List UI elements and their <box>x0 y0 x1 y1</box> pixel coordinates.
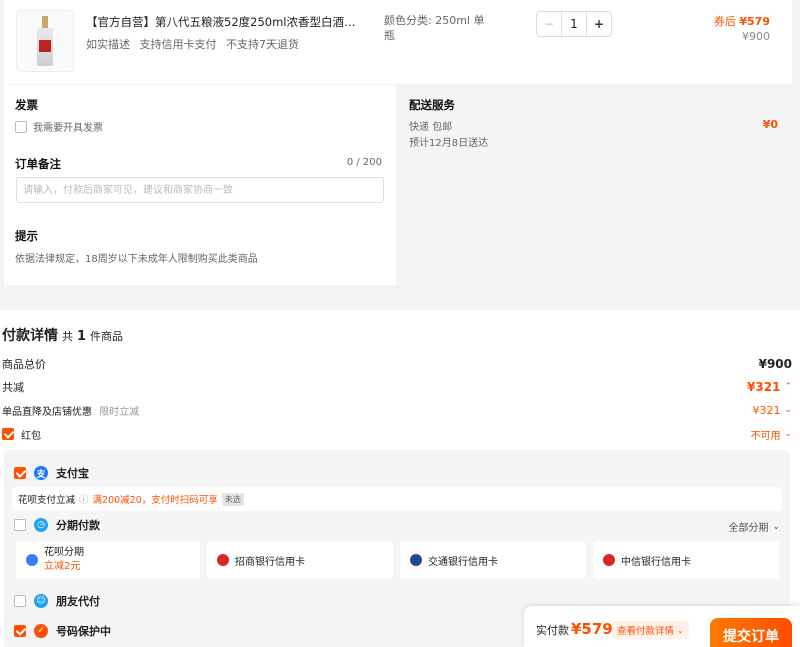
alipay-checkbox[interactable] <box>14 467 26 479</box>
card-name: 花呗分期 <box>44 547 84 558</box>
invoice-option[interactable]: 我需要开具发票 <box>15 119 103 134</box>
delivery-method[interactable]: 快递 包邮 <box>409 118 452 133</box>
after-coupon-price: 券后 ¥579 <box>714 13 770 29</box>
installment-option[interactable]: ◷ 分期付款 <box>14 517 100 533</box>
order-options-panel: 发票 我需要开具发票 订单备注 0 / 200 提示 依据法律规定，18周岁以下… <box>4 85 396 285</box>
total-label: 商品总价 <box>2 358 46 371</box>
delivery-panel: 配送服务 快递 包邮 预计12月8日送达 ¥0 <box>398 85 792 285</box>
promo-label: 单品直降及店铺优惠 <box>2 406 92 418</box>
alipay-label: 支付宝 <box>56 467 89 480</box>
after-coupon-label: 券后 <box>713 15 736 28</box>
remark-input[interactable] <box>16 177 384 203</box>
installment-icon: ◷ <box>34 518 48 532</box>
promo-row[interactable]: 单品直降及店铺优惠 限时立减 ¥321 ⌄ <box>2 401 792 419</box>
discount-label: 共减 <box>2 381 24 394</box>
tip-title: 提示 <box>15 229 38 243</box>
huabei-promo: 满200减20，支付时扫码可享 <box>92 495 218 506</box>
item-count: 1 <box>77 329 87 344</box>
total-row: 商品总价 ¥900 <box>2 355 792 373</box>
installment-label: 分期付款 <box>56 519 100 532</box>
help-icon[interactable]: ⓘ <box>79 492 89 506</box>
detail-link-label: 查看付款详情 <box>617 626 675 637</box>
remark-title: 订单备注 <box>15 157 61 171</box>
all-installments-link[interactable]: 全部分期 ⌄ <box>728 519 780 535</box>
privacy-option[interactable]: ✓ 号码保护中 <box>14 623 111 639</box>
liquor-bottle-image <box>36 16 54 66</box>
payment-header: 付款详情 共 1 件商品 <box>2 325 123 345</box>
quantity-stepper: − 1 + <box>536 11 612 37</box>
huabei-installment-icon <box>26 554 38 566</box>
friend-pay-option[interactable]: ☺ 朋友代付 <box>14 593 100 609</box>
promo-tag: 限时立减 <box>99 406 140 418</box>
friend-icon: ☺ <box>34 594 48 608</box>
delivery-fee: ¥0 <box>762 118 778 131</box>
promo-value: ¥321 <box>752 403 781 417</box>
quantity-value[interactable]: 1 <box>562 12 586 36</box>
alipay-option[interactable]: 支 支付宝 <box>14 465 89 481</box>
card-name: 交通银行信用卡 <box>428 556 498 568</box>
huabei-badge: 未选 <box>221 492 244 506</box>
tag-accurate: 如实描述 <box>86 38 130 51</box>
redpacket-row[interactable]: 红包 不可用 ⌄ <box>2 425 792 443</box>
item-count-prefix: 共 <box>62 330 73 343</box>
tag-credit-card: 支持信用卡支付 <box>139 38 217 51</box>
product-tags: 如实描述 支持信用卡支付 不支持7天退货 <box>86 36 305 52</box>
total-value: ¥900 <box>758 357 792 371</box>
shield-icon: ✓ <box>34 624 48 638</box>
card-bocom[interactable]: 交通银行信用卡 <box>400 541 586 579</box>
actual-payment: 实付款 ¥579 <box>536 620 613 638</box>
card-sub: 立减2元 <box>44 561 81 572</box>
after-coupon-value: ¥579 <box>739 15 770 28</box>
submit-order-button[interactable]: 提交订单 <box>710 618 792 647</box>
product-spec[interactable]: 颜色分类: 250ml 单瓶 <box>384 13 494 43</box>
pay-label: 实付款 <box>536 624 569 637</box>
product-title[interactable]: 【官方自营】第八代五粮液52度250ml浓香型白酒收... <box>86 14 364 30</box>
card-name: 中信银行信用卡 <box>621 556 691 568</box>
card-citic[interactable]: 中信银行信用卡 <box>593 541 779 579</box>
card-name: 招商银行信用卡 <box>235 556 305 568</box>
bocom-icon <box>410 554 422 566</box>
delivery-eta: 预计12月8日送达 <box>409 138 489 149</box>
item-count-suffix: 件商品 <box>90 330 124 343</box>
invoice-checkbox-label: 我需要开具发票 <box>33 123 103 134</box>
discount-value: ¥321 <box>747 380 781 394</box>
huabei-label: 花呗支付立减 <box>18 495 76 506</box>
chevron-down-icon[interactable]: ⌄ <box>784 405 792 415</box>
chevron-down-icon: ⌄ <box>677 625 684 635</box>
invoice-checkbox[interactable] <box>15 120 27 133</box>
installment-checkbox[interactable] <box>14 519 26 531</box>
cmb-icon <box>217 554 229 566</box>
citic-icon <box>603 554 615 566</box>
friend-pay-checkbox[interactable] <box>14 595 26 607</box>
chevron-up-icon[interactable]: ⌃ <box>784 382 792 392</box>
privacy-checkbox[interactable] <box>14 625 26 637</box>
redpacket-label: 红包 <box>21 430 41 442</box>
product-thumbnail[interactable] <box>16 10 74 72</box>
decrease-button[interactable]: − <box>537 12 562 36</box>
increase-button[interactable]: + <box>586 12 611 36</box>
payment-detail-link[interactable]: 查看付款详情 ⌄ <box>612 621 689 639</box>
alipay-icon: 支 <box>34 466 48 480</box>
invoice-title: 发票 <box>15 98 38 112</box>
redpacket-checkbox[interactable] <box>2 428 14 440</box>
card-huabei-installment[interactable]: 花呗分期 立减2元 <box>16 541 200 579</box>
privacy-label: 号码保护中 <box>56 625 111 638</box>
discount-row[interactable]: 共减 ¥321 ⌃ <box>2 378 792 396</box>
card-cmb[interactable]: 招商银行信用卡 <box>207 541 393 579</box>
friend-pay-label: 朋友代付 <box>56 595 100 608</box>
huabei-promo-row[interactable]: 花呗支付立减 ⓘ 满200减20，支付时扫码可享 未选 <box>12 487 782 511</box>
payment-section: 付款详情 共 1 件商品 商品总价 ¥900 共减 ¥321 ⌃ 单品直降及店铺… <box>0 310 800 647</box>
chevron-down-icon[interactable]: ⌄ <box>784 429 792 439</box>
redpacket-value: 不可用 <box>750 430 781 442</box>
pay-value: ¥579 <box>571 620 613 638</box>
remark-counter: 0 / 200 <box>346 157 382 168</box>
all-installments-label: 全部分期 <box>728 523 769 534</box>
payment-title: 付款详情 <box>2 328 58 344</box>
delivery-title: 配送服务 <box>409 98 455 112</box>
tag-no-return: 不支持7天退货 <box>226 38 299 51</box>
tip-text: 依据法律规定，18周岁以下未成年人限制购买此类商品 <box>15 254 258 265</box>
original-price: ¥900 <box>742 30 770 43</box>
chevron-down-icon: ⌄ <box>772 521 780 532</box>
product-card: 【官方自营】第八代五粮液52度250ml浓香型白酒收... 如实描述 支持信用卡… <box>4 0 792 84</box>
